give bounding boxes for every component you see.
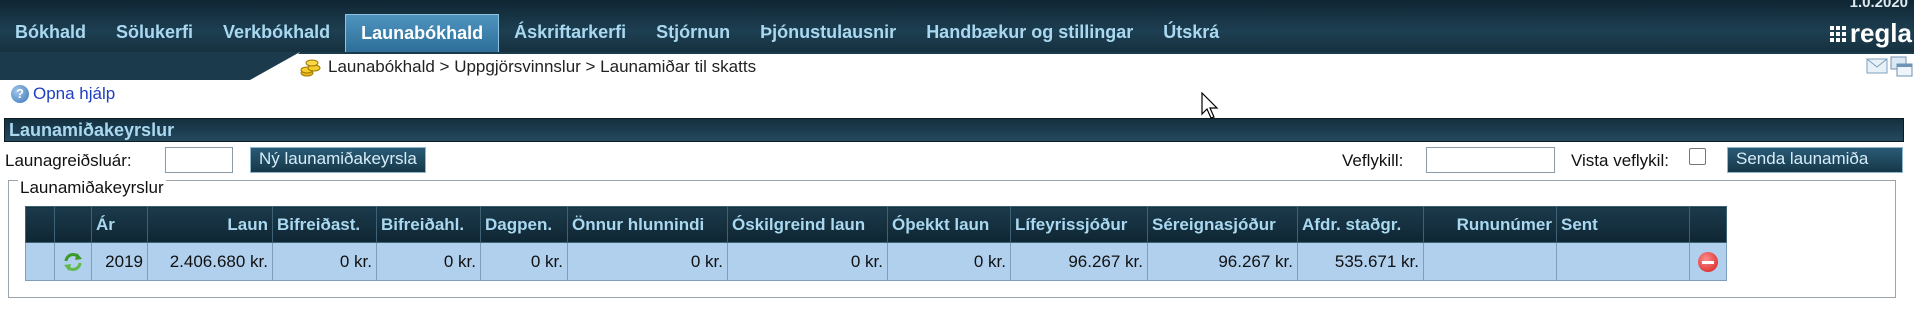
menu-item-handbaekur[interactable]: Handbækur og stillingar	[911, 14, 1148, 52]
regla-logo: regla	[1829, 18, 1912, 49]
logo-grid-icon	[1829, 25, 1846, 42]
col-afdr-stadgr[interactable]: Afdr. staðgr.	[1297, 206, 1424, 243]
menu-item-solukerfi[interactable]: Sölukerfi	[101, 14, 208, 52]
header-band	[0, 52, 1914, 80]
web-key-label: Veflykill:	[1342, 151, 1404, 170]
menu-item-bokhald[interactable]: Bókhald	[0, 14, 101, 52]
menu-item-utskra[interactable]: Útskrá	[1148, 14, 1234, 52]
breadcrumb: Launabókhald > Uppgjörsvinnslur > Launam…	[300, 56, 756, 78]
cell-rununumer	[1423, 242, 1557, 281]
col-dagpen[interactable]: Dagpen.	[480, 206, 568, 243]
mouse-cursor-icon	[1201, 92, 1219, 119]
row-select-cell[interactable]	[25, 242, 55, 281]
cell-ar: 2019	[91, 242, 148, 281]
breadcrumb-text: Launabókhald > Uppgjörsvinnslur > Launam…	[328, 57, 757, 76]
send-slips-button[interactable]: Senda launamiða	[1727, 147, 1903, 173]
cell-dagpen: 0 kr.	[480, 242, 568, 281]
logo-text: regla	[1849, 18, 1912, 48]
menu-item-launabokhald[interactable]: Launabókhald	[345, 14, 500, 52]
coins-icon	[300, 59, 321, 77]
new-run-button[interactable]: Ný launamiðakeyrsla	[250, 147, 426, 173]
col-blank-1	[25, 206, 55, 243]
col-sereignasjodur[interactable]: Séreignasjóður	[1147, 206, 1298, 243]
cell-sent	[1556, 242, 1690, 281]
cell-othekkt-laun: 0 kr.	[887, 242, 1011, 281]
save-key-checkbox[interactable]	[1689, 148, 1706, 165]
col-blank-2	[54, 206, 92, 243]
filter-form: Launagreiðsluár: Ný launamiðakeyrsla Vef…	[0, 145, 1914, 175]
menu-item-askriftarkerfi[interactable]: Áskriftarkerfi	[499, 14, 641, 52]
section-title: Launamiðakeyrslur	[4, 118, 1904, 142]
col-rununumer[interactable]: Rununúmer	[1423, 206, 1557, 243]
payer-year-input[interactable]	[165, 147, 233, 173]
col-onnur-hlunnindi[interactable]: Önnur hlunnindi	[567, 206, 728, 243]
col-ar[interactable]: Ár	[91, 206, 148, 243]
refresh-icon[interactable]	[62, 251, 84, 273]
row-icon-cell[interactable]	[54, 242, 92, 281]
cell-afdr-stadgr: 535.671 kr.	[1297, 242, 1424, 281]
cell-laun: 2.406.680 kr.	[147, 242, 273, 281]
delete-icon[interactable]	[1698, 251, 1718, 272]
payer-year-label: Launagreiðsluár:	[5, 151, 132, 170]
menu-item-thjonustulausnir[interactable]: Þjónustulausnir	[745, 14, 911, 52]
mail-icon[interactable]	[1866, 58, 1888, 74]
cell-bifreidahl: 0 kr.	[376, 242, 481, 281]
menu-item-stjornun[interactable]: Stjórnun	[641, 14, 745, 52]
menu-item-verkbokhald[interactable]: Verkbókhald	[208, 14, 345, 52]
cell-lifeyrissjodur: 96.267 kr.	[1010, 242, 1148, 281]
col-oskilgreind-laun[interactable]: Óskilgreind laun	[727, 206, 888, 243]
help-label: Opna hjálp	[33, 84, 116, 103]
app-version: 1.0.2020	[1849, 0, 1908, 11]
open-help-link[interactable]: ? Opna hjálp	[11, 84, 115, 104]
windows-icon[interactable]	[1890, 56, 1914, 78]
cell-oskilgreind-laun: 0 kr.	[727, 242, 888, 281]
web-key-input[interactable]	[1426, 147, 1555, 173]
cell-bifreidast: 0 kr.	[272, 242, 377, 281]
row-delete-cell[interactable]	[1689, 242, 1727, 281]
col-lifeyrissjodur[interactable]: Lífeyrissjóður	[1010, 206, 1148, 243]
cell-onnur-hlunnindi: 0 kr.	[567, 242, 728, 281]
help-icon: ?	[11, 85, 29, 103]
top-navigation-bar: Bókhald Sölukerfi Verkbókhald Launabókha…	[0, 0, 1914, 52]
col-bifreidast[interactable]: Bifreiðast.	[272, 206, 377, 243]
col-othekkt-laun[interactable]: Óþekkt laun	[887, 206, 1011, 243]
runs-table: Ár Laun Bifreiðast. Bifreiðahl. Dagpen. …	[25, 206, 1727, 281]
col-laun[interactable]: Laun	[147, 206, 273, 243]
col-sent[interactable]: Sent	[1556, 206, 1690, 243]
table-row[interactable]: 2019 2.406.680 kr. 0 kr. 0 kr. 0 kr. 0 k…	[25, 242, 1727, 281]
col-bifreidahl[interactable]: Bifreiðahl.	[376, 206, 481, 243]
cell-sereignasjodur: 96.267 kr.	[1147, 242, 1298, 281]
main-menu: Bókhald Sölukerfi Verkbókhald Launabókha…	[0, 14, 1234, 52]
save-key-label: Vista veflykil:	[1571, 151, 1669, 170]
runs-group-legend: Launamiðakeyrslur	[18, 178, 166, 198]
col-actions	[1689, 206, 1727, 243]
